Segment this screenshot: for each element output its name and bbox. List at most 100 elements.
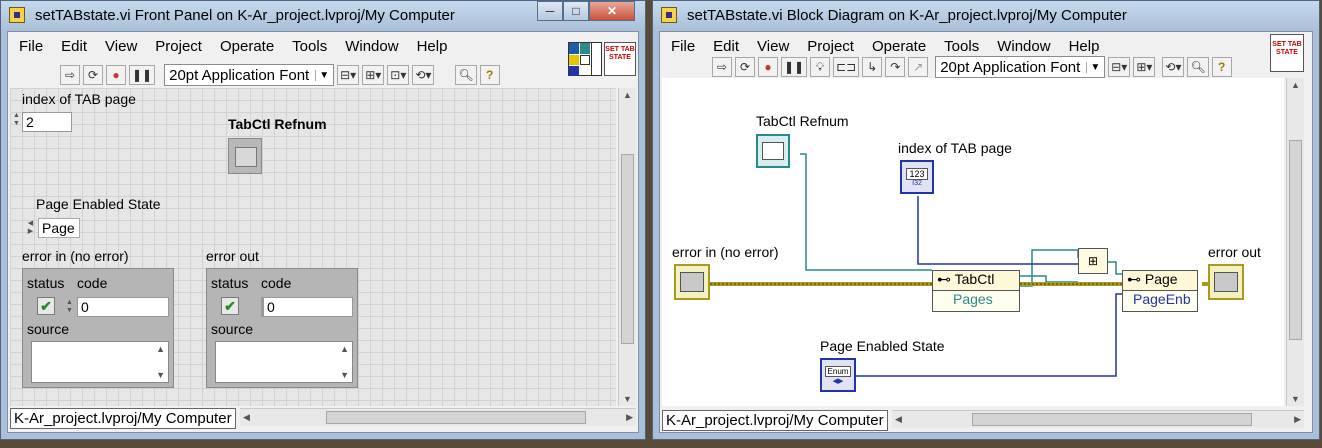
help-icon[interactable]: ? bbox=[1211, 57, 1232, 77]
block-diagram-canvas[interactable]: TabCtl Refnum index of TAB page 123 I32 … bbox=[662, 78, 1284, 406]
scrollbar-thumb[interactable] bbox=[972, 413, 1252, 426]
abort-icon[interactable]: ● bbox=[106, 65, 126, 85]
align-objects-icon[interactable]: ⊟▾ bbox=[337, 65, 360, 85]
resize-objects-icon[interactable]: ⊡▾ bbox=[387, 65, 410, 85]
tabctl-refnum-terminal[interactable] bbox=[756, 134, 790, 168]
menu-view[interactable]: View bbox=[96, 38, 146, 55]
scroll-down-icon[interactable]: ▼ bbox=[1291, 394, 1300, 404]
chevron-down-icon: ▼ bbox=[1086, 61, 1100, 73]
property-pageenb[interactable]: PageEnb bbox=[1123, 291, 1197, 311]
font-label: 20pt Application Font bbox=[940, 58, 1081, 76]
scrollbar-thumb[interactable] bbox=[621, 154, 634, 344]
distribute-objects-icon[interactable]: ⊞▾ bbox=[1133, 57, 1156, 77]
pause-icon[interactable]: ❚❚ bbox=[129, 65, 156, 85]
menu-tools[interactable]: Tools bbox=[283, 38, 336, 55]
index-input[interactable]: 2 bbox=[22, 112, 72, 132]
menu-file[interactable]: File bbox=[662, 38, 704, 55]
step-over-icon[interactable]: ↷ bbox=[885, 57, 906, 77]
highlight-execution-icon[interactable]: 💡︎ bbox=[810, 57, 831, 77]
help-icon[interactable]: ? bbox=[479, 65, 500, 85]
property-pages[interactable]: Pages bbox=[933, 291, 1019, 311]
scroll-up-icon[interactable]: ▲ bbox=[1291, 80, 1300, 90]
scroll-down-icon[interactable]: ▼ bbox=[623, 394, 632, 404]
error-in-label: error in (no error) bbox=[22, 248, 129, 264]
font-selector[interactable]: 20pt Application Font ▼ bbox=[164, 64, 335, 86]
menu-tools[interactable]: Tools bbox=[935, 38, 988, 55]
vi-icon[interactable]: SET TAB STATE bbox=[604, 42, 636, 76]
error-in-terminal[interactable] bbox=[674, 264, 710, 300]
distribute-objects-icon[interactable]: ⊞▾ bbox=[362, 65, 385, 85]
menu-project[interactable]: Project bbox=[146, 38, 211, 55]
page-property-node[interactable]: ⊷ Page PageEnb bbox=[1122, 270, 1198, 312]
scrollbar-thumb[interactable] bbox=[1289, 140, 1302, 340]
menu-edit[interactable]: Edit bbox=[52, 38, 96, 55]
front-panel-canvas[interactable]: index of TAB page ▲ ▼ 2 TabCtl Refnum Pag… bbox=[10, 88, 616, 406]
vertical-scrollbar[interactable]: ▲ ▼ bbox=[618, 88, 636, 406]
page-enabled-state-terminal[interactable]: Enum ◀▶ bbox=[820, 358, 856, 392]
connector-pane[interactable] bbox=[568, 42, 602, 76]
menu-help[interactable]: Help bbox=[1060, 38, 1109, 55]
enum-glyph: Enum bbox=[824, 365, 852, 377]
scroll-up-icon[interactable]: ▲ bbox=[340, 344, 349, 354]
error-in-source-field[interactable]: ▲ ▼ bbox=[31, 341, 169, 383]
run-continuously-icon[interactable]: ⟳ bbox=[83, 65, 103, 85]
property-arrow-icon: ⊷ bbox=[937, 271, 951, 287]
abort-icon[interactable]: ● bbox=[758, 57, 778, 77]
run-arrow-icon[interactable]: ⇨ bbox=[712, 57, 732, 77]
menu-view[interactable]: View bbox=[748, 38, 798, 55]
font-selector[interactable]: 20pt Application Font ▼ bbox=[935, 56, 1106, 78]
step-out-icon[interactable]: ↗ bbox=[908, 57, 929, 77]
run-arrow-icon[interactable]: ⇨ bbox=[60, 65, 80, 85]
menu-help[interactable]: Help bbox=[408, 38, 457, 55]
scroll-left-icon[interactable]: ◀ bbox=[895, 414, 902, 425]
search-icon[interactable]: 🔍︎ bbox=[455, 65, 477, 85]
horizontal-scrollbar[interactable]: ◀ ▶ bbox=[240, 408, 636, 426]
code-increment-icon[interactable]: ▲ ▼ bbox=[65, 299, 74, 315]
menu-project[interactable]: Project bbox=[798, 38, 863, 55]
menu-edit[interactable]: Edit bbox=[704, 38, 748, 55]
menu-window[interactable]: Window bbox=[336, 38, 407, 55]
error-out-terminal[interactable] bbox=[1208, 264, 1244, 300]
front-panel-titlebar[interactable]: setTABstate.vi Front Panel on K-Ar_proje… bbox=[1, 1, 645, 31]
scroll-down-icon[interactable]: ▼ bbox=[340, 370, 349, 380]
align-objects-icon[interactable]: ⊟▾ bbox=[1108, 57, 1131, 77]
reorder-icon[interactable]: ⟲▾ bbox=[412, 65, 435, 85]
search-icon[interactable]: 🔍︎ bbox=[1187, 57, 1209, 77]
scroll-up-icon[interactable]: ▲ bbox=[156, 344, 165, 354]
vi-icon[interactable]: SET TAB STATE bbox=[1270, 34, 1304, 72]
menu-file[interactable]: File bbox=[10, 38, 52, 55]
index-increment-icon[interactable]: ▲ ▼ bbox=[12, 112, 21, 128]
error-out-source-field: ▲ ▼ bbox=[215, 341, 353, 383]
tabctl-property-node[interactable]: ⊷ TabCtl Pages bbox=[932, 270, 1020, 312]
menu-bar: File Edit View Project Operate Tools Win… bbox=[10, 32, 456, 60]
page-state-label: Page Enabled State bbox=[820, 338, 945, 354]
index-array-icon[interactable]: ⊞ bbox=[1078, 248, 1108, 274]
minimize-button[interactable]: ─ bbox=[537, 1, 563, 21]
page-state-enum[interactable]: Page bbox=[38, 218, 80, 238]
scroll-right-icon[interactable]: ▶ bbox=[626, 412, 633, 423]
scroll-left-icon[interactable]: ◀ bbox=[243, 412, 250, 423]
horizontal-scrollbar[interactable]: ◀ ▶ bbox=[892, 410, 1304, 428]
vertical-scrollbar[interactable]: ▲ ▼ bbox=[1286, 78, 1304, 406]
close-button[interactable]: ✕ bbox=[589, 1, 635, 21]
run-continuously-icon[interactable]: ⟳ bbox=[735, 57, 755, 77]
retain-wire-values-icon[interactable]: ⊏⊐ bbox=[833, 57, 860, 77]
menu-operate[interactable]: Operate bbox=[211, 38, 283, 55]
maximize-button[interactable]: □ bbox=[563, 1, 589, 21]
index-terminal[interactable]: 123 I32 bbox=[900, 160, 934, 194]
scroll-down-icon[interactable]: ▼ bbox=[156, 370, 165, 380]
front-panel-client: File Edit View Project Operate Tools Win… bbox=[7, 31, 639, 433]
block-diagram-titlebar[interactable]: setTABstate.vi Block Diagram on K-Ar_pro… bbox=[653, 1, 1319, 31]
page-state-selector-icon[interactable]: ◀ ▶ bbox=[26, 220, 35, 236]
tab-refnum-control[interactable] bbox=[228, 138, 262, 174]
reorder-icon[interactable]: ⟲▾ bbox=[1162, 57, 1185, 77]
scroll-right-icon[interactable]: ▶ bbox=[1294, 414, 1301, 425]
scroll-up-icon[interactable]: ▲ bbox=[623, 90, 632, 100]
status-check-icon[interactable]: ✔ bbox=[37, 297, 55, 315]
pause-icon[interactable]: ❚❚ bbox=[781, 57, 808, 77]
error-in-code-input[interactable]: 0 bbox=[77, 297, 169, 317]
menu-operate[interactable]: Operate bbox=[863, 38, 935, 55]
menu-window[interactable]: Window bbox=[988, 38, 1059, 55]
scrollbar-thumb[interactable] bbox=[326, 411, 586, 424]
step-into-icon[interactable]: ↳ bbox=[862, 57, 883, 77]
